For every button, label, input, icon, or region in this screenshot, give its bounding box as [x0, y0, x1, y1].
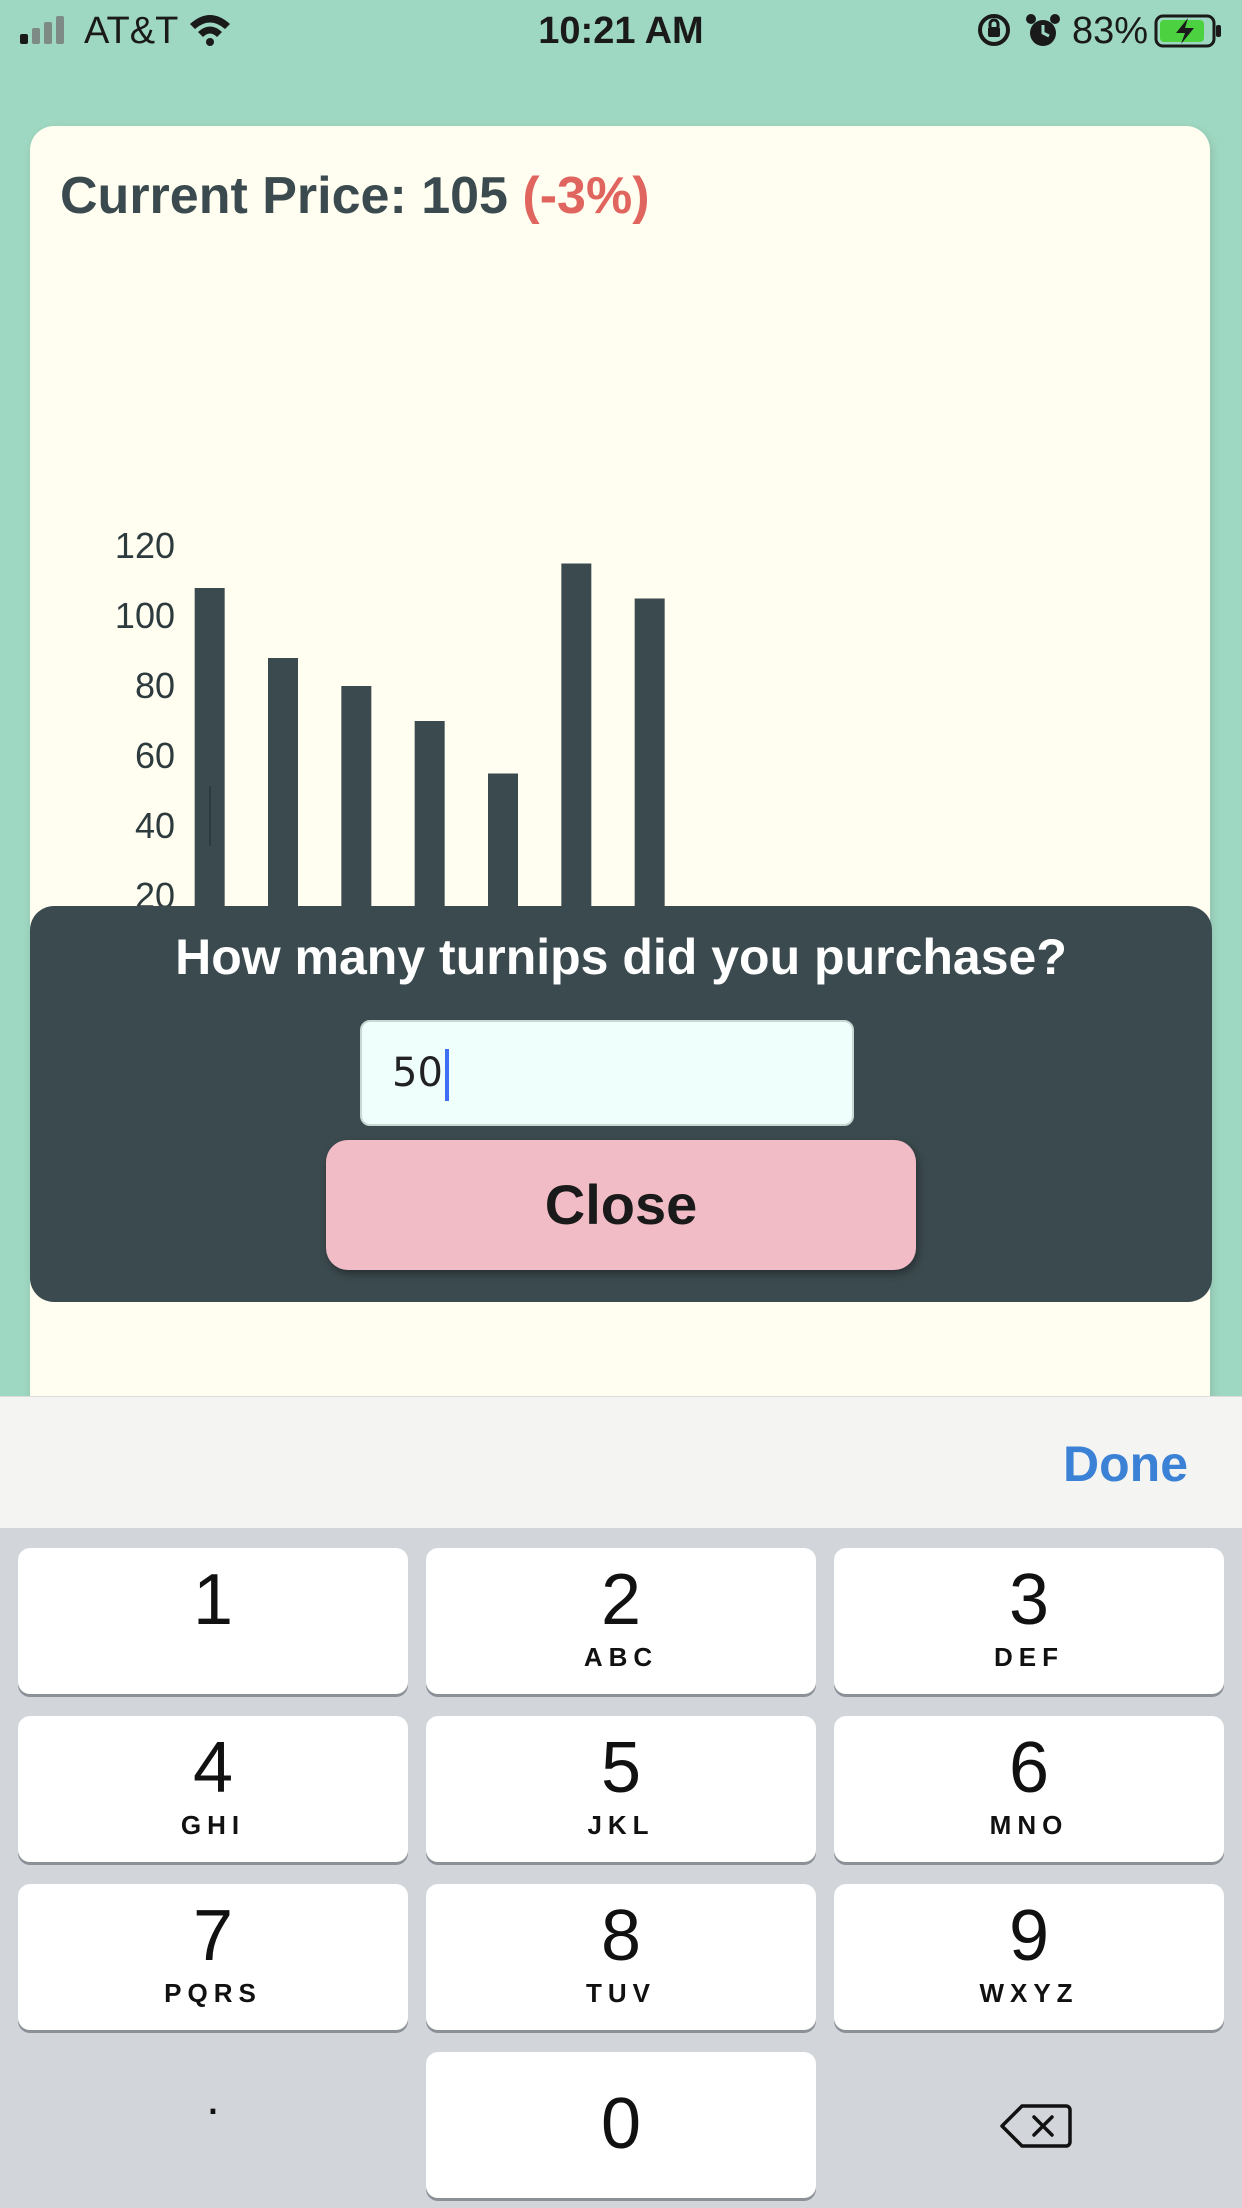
key-7[interactable]: 7 PQRS — [18, 1884, 408, 2030]
bar — [268, 658, 298, 906]
key-letters: JKL — [587, 1810, 655, 1840]
close-button[interactable]: Close — [326, 1140, 916, 1270]
quantity-value: 50 — [392, 1050, 443, 1096]
y-tick-label: 60 — [135, 735, 175, 776]
key-number: 3 — [1008, 1560, 1050, 1640]
key-number: 1 — [192, 1560, 234, 1640]
key-letters: ABC — [583, 1642, 659, 1672]
key-6[interactable]: 6 MNO — [834, 1716, 1224, 1862]
number-pad: 1 2 ABC 3 DEF 4 GHI 5 JKL 6 MNO 7 PQRS 8… — [0, 1528, 1242, 2208]
bar — [634, 598, 665, 906]
backspace-icon[interactable] — [1000, 2102, 1072, 2150]
alarm-icon — [1026, 14, 1060, 46]
key-3[interactable]: 3 DEF — [834, 1548, 1224, 1694]
key-number: 6 — [1008, 1728, 1050, 1808]
current-price: Current Price: 105 (-3%) — [60, 166, 650, 226]
key-number: 4 — [192, 1728, 234, 1808]
key-letters: MNO — [989, 1810, 1069, 1840]
key-2[interactable]: 2 ABC — [426, 1548, 816, 1694]
key-8[interactable]: 8 TUV — [426, 1884, 816, 2030]
bar — [341, 686, 372, 906]
bar — [488, 773, 518, 906]
key-letters: PQRS — [164, 1978, 262, 2008]
bar — [414, 721, 445, 906]
bar — [561, 563, 592, 906]
quantity-input[interactable]: 50 — [360, 1020, 854, 1126]
y-tick-label: 120 — [115, 525, 175, 566]
keyboard-toolbar: Done — [0, 1396, 1242, 1529]
price-change: (-3%) — [522, 167, 650, 225]
purchase-modal: How many turnips did you purchase? 50 Cl… — [30, 906, 1212, 1302]
price-chart: 20406080100120SMTWTFS — [115, 525, 665, 906]
battery-percent: 83% — [1072, 10, 1149, 52]
key-0[interactable]: 0 — [426, 2052, 816, 2198]
key-1[interactable]: 1 — [18, 1548, 408, 1694]
key-9[interactable]: 9 WXYZ — [834, 1884, 1224, 2030]
price-label: Current Price: 105 — [60, 167, 508, 225]
key-letters: GHI — [180, 1810, 246, 1840]
key-number: 9 — [1008, 1896, 1050, 1976]
y-tick-label: 20 — [135, 875, 175, 906]
key-number: 0 — [600, 2084, 642, 2164]
status-bar: AT&T 10:21 AM 83% — [0, 0, 1242, 60]
key-number: 5 — [600, 1728, 642, 1808]
modal-title: How many turnips did you purchase? — [175, 929, 1067, 985]
key-letters: DEF — [994, 1642, 1064, 1672]
bar — [194, 588, 225, 906]
text-caret — [444, 1049, 449, 1101]
y-tick-label: 40 — [135, 805, 175, 846]
key-number: 8 — [600, 1896, 642, 1976]
key-number: 7 — [192, 1896, 234, 1976]
y-tick-label: 80 — [135, 665, 175, 706]
key-4[interactable]: 4 GHI — [18, 1716, 408, 1862]
key-5[interactable]: 5 JKL — [426, 1716, 816, 1862]
key-letters: TUV — [586, 1978, 656, 2008]
key-letters: WXYZ — [979, 1978, 1079, 2008]
decimal-key[interactable]: . — [18, 2068, 408, 2126]
done-button[interactable]: Done — [1063, 1435, 1188, 1493]
key-number: 2 — [600, 1560, 642, 1640]
rotation-lock-icon — [978, 14, 1010, 46]
battery-charging-icon — [1154, 14, 1221, 48]
y-tick-label: 100 — [115, 595, 175, 636]
